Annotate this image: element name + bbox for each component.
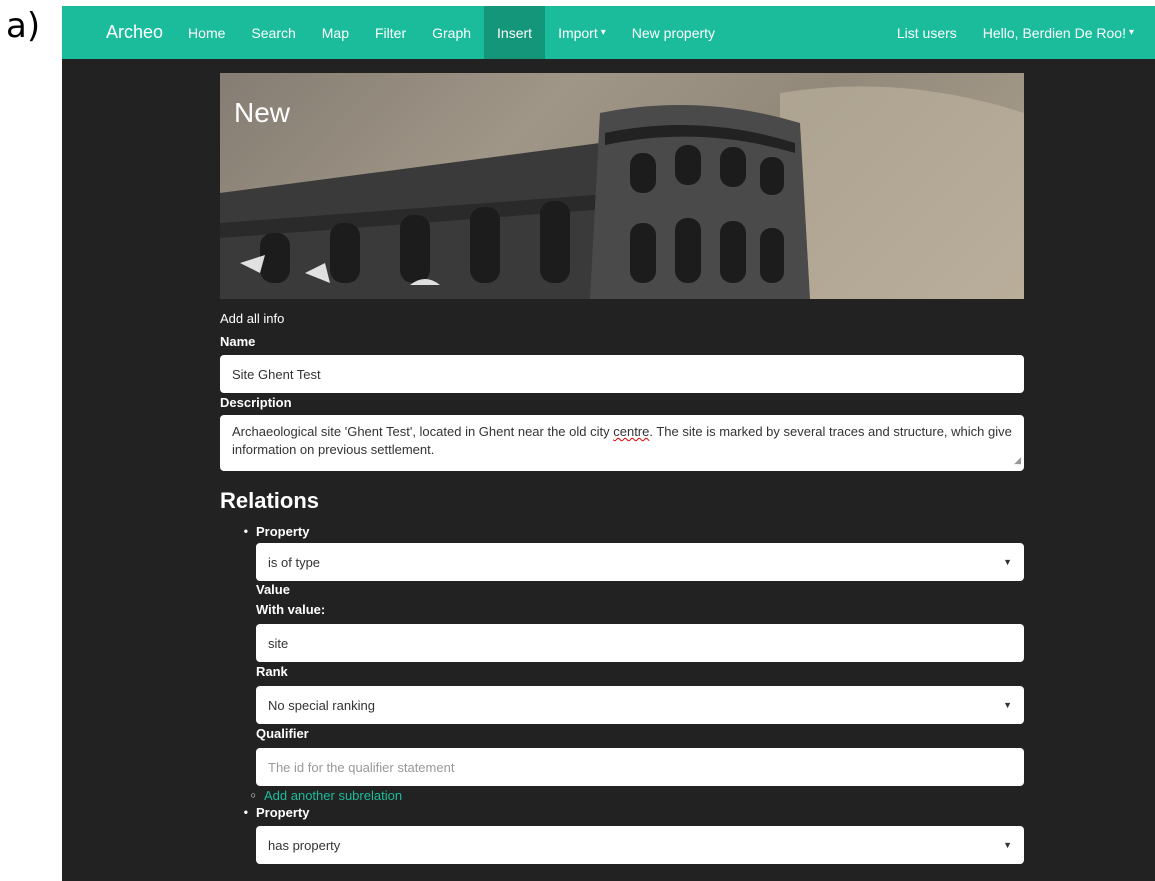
user-greeting: Hello, Berdien De Roo! <box>982 24 1126 41</box>
ruin-photo-illustration <box>220 73 1024 299</box>
name-input-value: Site Ghent Test <box>232 366 321 382</box>
nav-new-property[interactable]: New property <box>619 6 728 59</box>
nav-import-label: Import <box>558 24 598 41</box>
navbar: Archeo Home Search Map Filter Graph Inse… <box>62 6 1155 59</box>
nav-graph[interactable]: Graph <box>419 6 484 59</box>
nav-list-users[interactable]: List users <box>884 6 970 59</box>
circle-bullet-icon: ○ <box>250 790 256 800</box>
nav-insert[interactable]: Insert <box>484 6 546 59</box>
list-item: • Property <box>220 803 1024 821</box>
qualifier-input[interactable]: The id for the qualifier statement <box>256 748 1024 786</box>
qualifier-label: Qualifier <box>256 726 309 741</box>
name-label: Name <box>220 334 256 349</box>
description-text-part1: Archaeological site 'Ghent Test', locate… <box>232 424 614 439</box>
property-select-value: is of type <box>268 554 321 570</box>
subrelation-item: ○ Add another subrelation <box>220 787 1024 803</box>
relation-block-2: has property ▼ <box>256 826 1024 864</box>
relations-heading: Relations <box>220 488 320 513</box>
select-arrow-icon: ▼ <box>1003 840 1012 850</box>
app-window: Archeo Home Search Map Filter Graph Inse… <box>62 6 1155 881</box>
relations-list: • Property is of type ▼ Value With value… <box>220 522 1024 864</box>
rank-select[interactable]: No special ranking ▼ <box>256 686 1024 724</box>
select-arrow-icon: ▼ <box>1003 700 1012 710</box>
user-menu-dropdown[interactable]: Hello, Berdien De Roo! ▾ <box>970 6 1147 59</box>
nav-import-dropdown[interactable]: Import ▾ <box>545 6 619 59</box>
caret-down-icon: ▾ <box>1128 27 1134 38</box>
add-subrelation-link[interactable]: Add another subrelation <box>264 788 402 803</box>
main-container: New Add all info Name Site Ghent Test De… <box>220 73 1024 864</box>
description-misspelled-word: centre <box>613 424 650 439</box>
brand-link[interactable]: Archeo <box>106 22 163 43</box>
bullet-icon: • <box>243 524 248 538</box>
property2-select-value: has property <box>268 837 341 853</box>
relation-block: is of type ▼ Value With value: site Rank… <box>256 543 1024 786</box>
nav-home[interactable]: Home <box>175 6 238 59</box>
rank-select-value: No special ranking <box>268 697 375 713</box>
qualifier-placeholder: The id for the qualifier statement <box>268 759 455 775</box>
nav-search[interactable]: Search <box>238 6 308 59</box>
name-input[interactable]: Site Ghent Test <box>220 355 1024 393</box>
navbar-right: List users Hello, Berdien De Roo! ▾ <box>884 6 1147 59</box>
nav-map[interactable]: Map <box>309 6 362 59</box>
hero-banner: New <box>220 73 1024 299</box>
property-label: Property <box>256 523 310 539</box>
property2-label: Property <box>256 804 310 820</box>
with-value-input-value: site <box>268 635 289 651</box>
list-item: • Property <box>220 522 1024 540</box>
with-value-input[interactable]: site <box>256 624 1024 662</box>
figure-label: a) <box>6 6 41 46</box>
page-title: New <box>234 97 291 128</box>
nav-filter[interactable]: Filter <box>362 6 419 59</box>
value-label: Value <box>256 582 290 597</box>
select-arrow-icon: ▼ <box>1003 557 1012 567</box>
rank-label: Rank <box>256 664 288 679</box>
description-label: Description <box>220 395 292 410</box>
caret-down-icon: ▾ <box>600 27 606 38</box>
resize-grip-icon[interactable]: ◢ <box>1014 451 1021 469</box>
property2-select[interactable]: has property ▼ <box>256 826 1024 864</box>
property-select[interactable]: is of type ▼ <box>256 543 1024 581</box>
bullet-icon: • <box>243 805 248 819</box>
description-textarea[interactable]: Archaeological site 'Ghent Test', locate… <box>220 415 1024 471</box>
with-value-label: With value: <box>256 602 326 617</box>
form-intro: Add all info <box>220 311 285 326</box>
